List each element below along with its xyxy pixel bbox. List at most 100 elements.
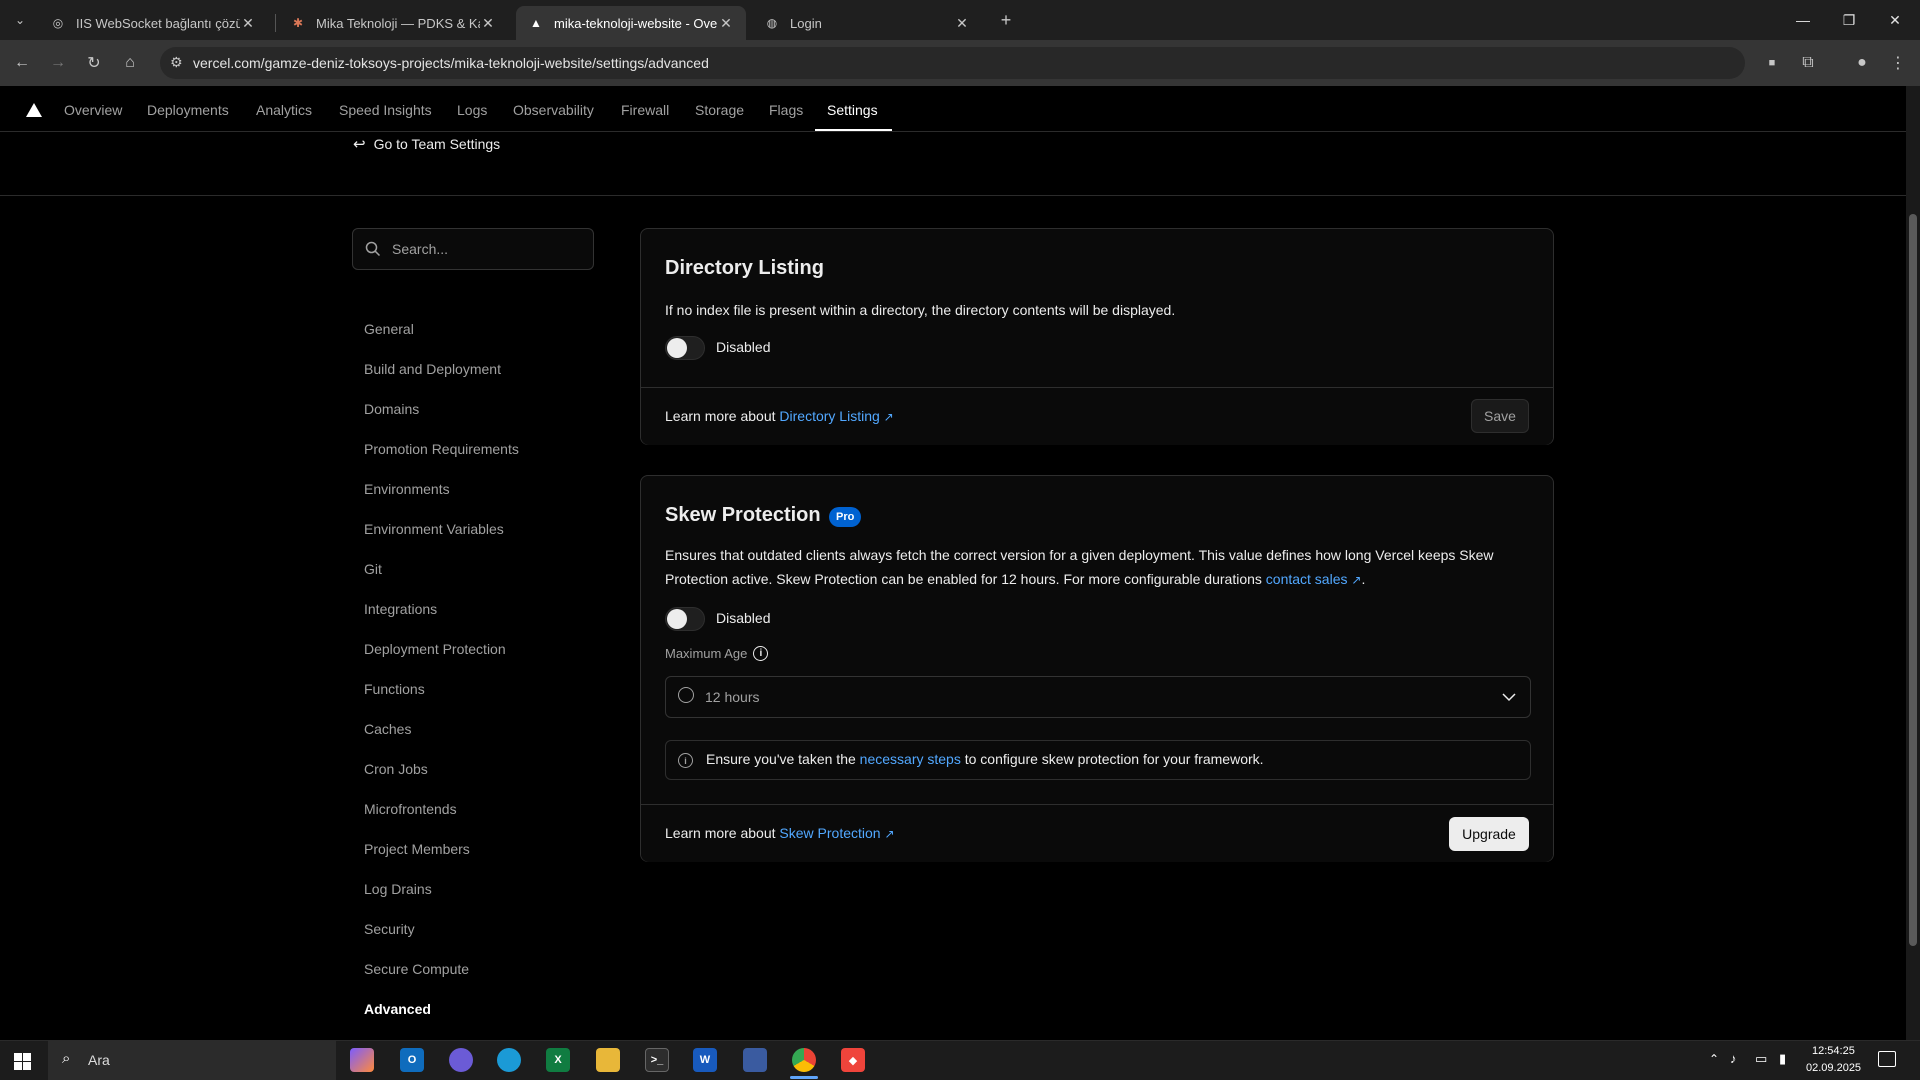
tray-chevron-up-icon[interactable]: ⌃ [1709, 1052, 1719, 1066]
network-icon[interactable]: ▭ [1755, 1051, 1767, 1067]
calculator-app-icon[interactable] [743, 1048, 767, 1072]
external-link-icon[interactable]: ↗ [884, 410, 894, 424]
nav-observability[interactable]: Observability [513, 102, 594, 118]
taskbar-search-placeholder: Ara [88, 1052, 110, 1068]
reload-icon[interactable]: ↻ [82, 51, 106, 75]
sidebar-item-secure-compute[interactable]: Secure Compute [364, 961, 469, 977]
nav-logs[interactable]: Logs [457, 102, 487, 118]
menu-kebab-icon[interactable]: ⋮ [1886, 51, 1910, 75]
browser-tab-4[interactable]: ◍ Login ✕ [752, 6, 982, 40]
forward-icon[interactable]: → [46, 51, 70, 75]
nav-flags[interactable]: Flags [769, 102, 803, 118]
contact-sales-link[interactable]: contact sales [1266, 571, 1348, 587]
skew-protection-toggle[interactable] [665, 607, 705, 631]
notification-center-icon[interactable] [1878, 1051, 1896, 1067]
sidebar-item-environment-variables[interactable]: Environment Variables [364, 521, 504, 537]
page-scrollbar[interactable] [1906, 86, 1920, 1040]
sidebar-item-deployment-protection[interactable]: Deployment Protection [364, 641, 506, 657]
sidebar-item-functions[interactable]: Functions [364, 681, 425, 697]
word-app-icon[interactable]: W [693, 1048, 717, 1072]
outlook-app-icon[interactable]: O [400, 1048, 424, 1072]
extensions-puzzle-icon[interactable]: ⧉ [1796, 51, 1820, 75]
max-age-select[interactable]: 12 hours [665, 676, 1531, 718]
nav-firewall[interactable]: Firewall [621, 102, 669, 118]
taskbar-search[interactable]: ⌕ Ara [48, 1040, 336, 1080]
learn-more-prefix: Learn more about [665, 825, 780, 841]
copilot-app-icon[interactable] [350, 1048, 374, 1072]
sidebar-item-domains[interactable]: Domains [364, 401, 419, 417]
browser-tab-2[interactable]: ✱ Mika Teknoloji — PDKS & Kartl ✕ [278, 6, 508, 40]
edge-app-icon[interactable] [497, 1048, 521, 1072]
sidebar-item-cron-jobs[interactable]: Cron Jobs [364, 761, 428, 777]
close-window-icon[interactable]: ✕ [1872, 8, 1918, 32]
info-circle-icon: i [678, 753, 693, 768]
notice-text: Ensure you've taken the necessary steps … [706, 751, 1264, 767]
chrome-app-icon[interactable] [792, 1048, 816, 1072]
nav-storage[interactable]: Storage [695, 102, 744, 118]
tab-close-icon[interactable]: ✕ [954, 15, 970, 32]
sidebar-item-security[interactable]: Security [364, 921, 415, 937]
nav-settings[interactable]: Settings [827, 102, 878, 118]
back-icon[interactable]: ← [10, 51, 34, 75]
description-line-1: Ensures that outdated clients always fet… [665, 547, 1494, 563]
browser-tab-3[interactable]: ▲ mika-teknoloji-website - Overvi ✕ [516, 6, 746, 40]
nav-deployments[interactable]: Deployments [147, 102, 229, 118]
description-line-2: Protection active. Skew Protection can b… [665, 567, 1535, 592]
new-tab-icon[interactable]: + [994, 8, 1018, 32]
chat-app-icon[interactable] [449, 1048, 473, 1072]
sidebar-item-microfrontends[interactable]: Microfrontends [364, 801, 457, 817]
save-button[interactable]: Save [1471, 399, 1529, 433]
extension-icon[interactable]: ■ [1760, 51, 1784, 75]
nav-analytics[interactable]: Analytics [256, 102, 312, 118]
restore-icon[interactable]: ❐ [1826, 8, 1872, 32]
sidebar-item-advanced[interactable]: Advanced [364, 1001, 431, 1017]
sidebar-item-project-members[interactable]: Project Members [364, 841, 470, 857]
terminal-app-icon[interactable]: >_ [645, 1048, 669, 1072]
sidebar-item-integrations[interactable]: Integrations [364, 601, 437, 617]
scrollbar-thumb[interactable] [1909, 214, 1917, 946]
directory-listing-docs-link[interactable]: Directory Listing [779, 408, 879, 424]
home-icon[interactable]: ⌂ [118, 51, 142, 75]
battery-icon[interactable]: ▮ [1779, 1051, 1786, 1067]
external-link-icon[interactable]: ↗ [1351, 573, 1361, 587]
sidebar-item-general[interactable]: General [364, 321, 414, 337]
tab-title: IIS WebSocket bağlantı çözümü [76, 15, 240, 31]
tab-close-icon[interactable]: ✕ [240, 15, 256, 32]
necessary-steps-link[interactable]: necessary steps [860, 751, 961, 767]
max-age-label: Maximum Age [665, 646, 748, 661]
tab-close-icon[interactable]: ✕ [718, 15, 734, 32]
notice-suffix: to configure skew protection for your fr… [960, 751, 1264, 767]
file-explorer-app-icon[interactable] [596, 1048, 620, 1072]
volume-icon[interactable]: ♪ [1730, 1051, 1737, 1066]
sidebar-item-build-and-deployment[interactable]: Build and Deployment [364, 361, 501, 377]
skew-protection-card: Skew Protection Pro Ensures that outdate… [640, 475, 1554, 862]
sidebar-item-log-drains[interactable]: Log Drains [364, 881, 432, 897]
tab-close-icon[interactable]: ✕ [480, 15, 496, 32]
browser-tab-1[interactable]: ◎ IIS WebSocket bağlantı çözümü ✕ [38, 6, 268, 40]
vercel-logo-icon[interactable] [26, 103, 42, 117]
windows-start-icon[interactable] [14, 1053, 31, 1070]
external-link-icon[interactable]: ↗ [884, 827, 894, 841]
nav-speed-insights[interactable]: Speed Insights [339, 102, 432, 118]
search-input[interactable] [392, 238, 582, 260]
directory-listing-toggle[interactable] [665, 336, 705, 360]
info-icon[interactable]: i [753, 646, 769, 661]
back-to-team-settings-link[interactable]: ↩ Go to Team Settings [353, 135, 500, 153]
sidebar-item-git[interactable]: Git [364, 561, 382, 577]
sidebar-item-environments[interactable]: Environments [364, 481, 450, 497]
url-text[interactable]: vercel.com/gamze-deniz-toksoys-projects/… [193, 55, 709, 71]
tab-search-dropdown-icon[interactable]: ⌄ [8, 8, 32, 32]
nav-overview[interactable]: Overview [64, 102, 122, 118]
profile-avatar-icon[interactable]: ● [1850, 51, 1874, 75]
anydesk-app-icon[interactable]: ◆ [841, 1048, 865, 1072]
sidebar-item-promotion-requirements[interactable]: Promotion Requirements [364, 441, 519, 457]
skew-protection-docs-link[interactable]: Skew Protection [779, 825, 880, 841]
directory-listing-footer: Learn more about Directory Listing ↗ Sav… [641, 387, 1553, 445]
minimize-icon[interactable]: — [1780, 8, 1826, 32]
excel-app-icon[interactable]: X [546, 1048, 570, 1072]
site-info-icon[interactable]: ⚙ [170, 54, 183, 71]
sidebar-item-caches[interactable]: Caches [364, 721, 411, 737]
upgrade-button[interactable]: Upgrade [1449, 817, 1529, 851]
active-tab-indicator [815, 129, 892, 131]
settings-search[interactable] [352, 228, 594, 270]
